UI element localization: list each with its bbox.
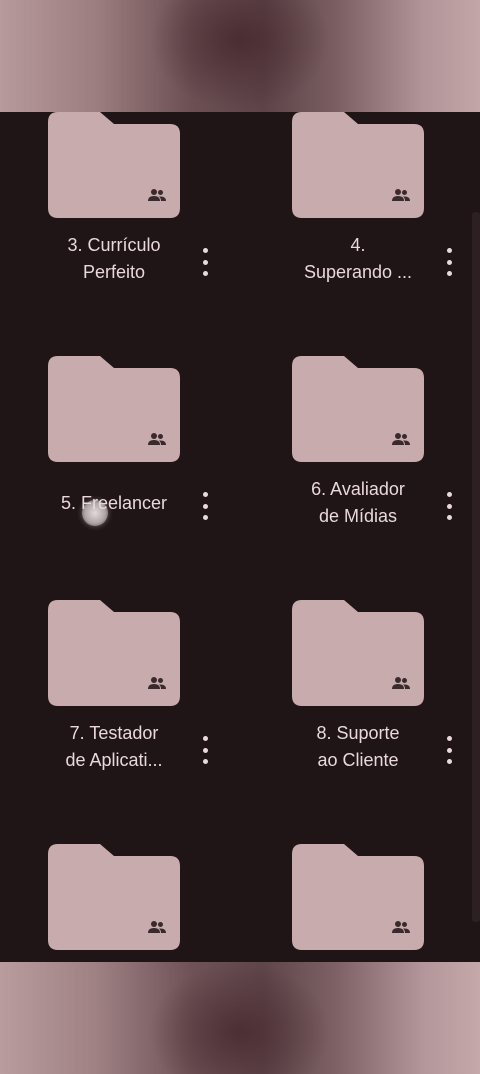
people-icon [392, 677, 410, 689]
more-vert-icon[interactable] [442, 492, 456, 520]
folder-name: 3. Currículo Perfeito [67, 235, 161, 282]
blurred-background-bottom [0, 962, 480, 1074]
more-vert-icon[interactable] [198, 492, 212, 520]
people-icon [392, 433, 410, 445]
shared-folder-icon [48, 844, 180, 950]
shared-folder-icon [48, 112, 180, 218]
folder-item-9[interactable] [48, 844, 248, 962]
folder-item-3[interactable]: 3. Currículo Perfeito [48, 112, 248, 352]
folder-name: 6. Avaliador de Mídias [311, 479, 405, 526]
more-vert-icon[interactable] [198, 736, 212, 764]
shared-folder-icon [48, 356, 180, 462]
folder-name: 8. Suporte ao Cliente [316, 723, 400, 770]
folder-item-6[interactable]: 6. Avaliador de Mídias [292, 356, 480, 596]
people-icon [148, 189, 166, 201]
shared-folder-icon [292, 600, 424, 706]
folder-item-10[interactable] [292, 844, 480, 962]
folder-grid: 3. Currículo Perfeito 4. Superando ... 5… [0, 112, 480, 962]
people-icon [392, 189, 410, 201]
people-icon [148, 433, 166, 445]
shared-folder-icon [292, 356, 424, 462]
more-vert-icon[interactable] [442, 248, 456, 276]
folder-item-5[interactable]: 5. Freelancer [48, 356, 248, 596]
folder-item-7[interactable]: 7. Testador de Aplicati... [48, 600, 248, 840]
folder-name: 4. Superando ... [303, 235, 413, 282]
blurred-background-top [0, 0, 480, 112]
folder-item-8[interactable]: 8. Suporte ao Cliente [292, 600, 480, 840]
folder-name: 5. Freelancer [60, 493, 168, 513]
shared-folder-icon [292, 844, 424, 950]
more-vert-icon[interactable] [198, 248, 212, 276]
shared-folder-icon [292, 112, 424, 218]
people-icon [148, 677, 166, 689]
folder-name: 7. Testador de Aplicati... [65, 723, 163, 770]
touch-indicator [82, 500, 108, 526]
screen: 3. Currículo Perfeito 4. Superando ... 5… [0, 0, 480, 1074]
people-icon [392, 921, 410, 933]
people-icon [148, 921, 166, 933]
shared-folder-icon [48, 600, 180, 706]
folder-item-4[interactable]: 4. Superando ... [292, 112, 480, 352]
more-vert-icon[interactable] [442, 736, 456, 764]
